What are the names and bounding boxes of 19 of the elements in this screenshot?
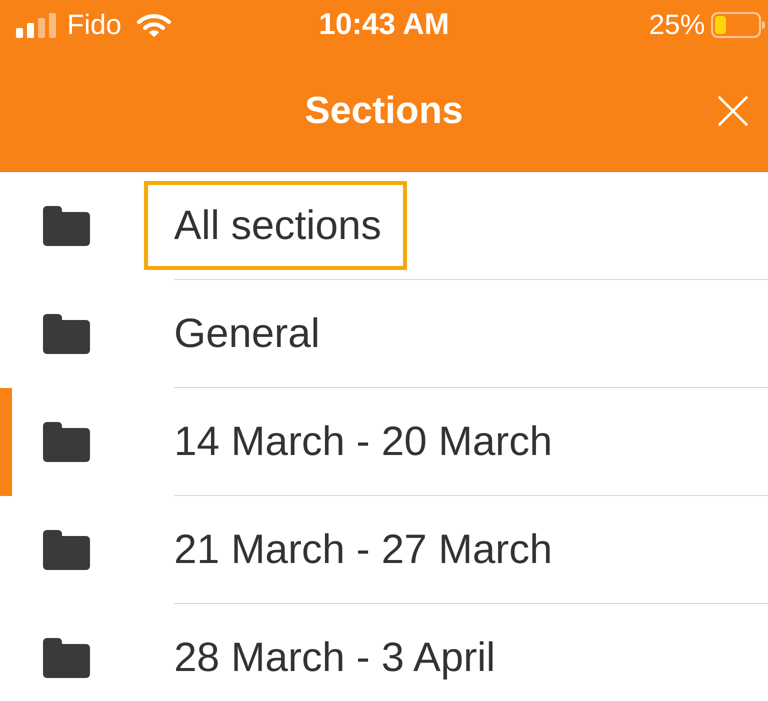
section-label[interactable]: 21 March - 27 March [174, 526, 552, 574]
folder-icon [43, 638, 90, 678]
signal-bars-icon [16, 12, 56, 38]
section-label[interactable]: 14 March - 20 March [174, 418, 552, 466]
screen-title: Sections [304, 92, 464, 130]
folder-icon [43, 206, 90, 246]
section-label[interactable]: General [174, 310, 320, 358]
folder-icon [43, 422, 90, 462]
section-label[interactable]: 28 March - 3 April [174, 634, 496, 682]
battery-percentage: 25% [648, 11, 705, 39]
battery-icon [711, 12, 765, 38]
close-button[interactable] [718, 96, 748, 126]
wifi-icon [136, 12, 172, 38]
carrier-name: Fido [67, 11, 122, 39]
folder-icon [43, 314, 90, 354]
status-time: 10:43 AM [318, 10, 450, 40]
folder-icon [43, 530, 90, 570]
close-icon [718, 96, 748, 126]
section-label[interactable]: All sections [174, 202, 382, 250]
